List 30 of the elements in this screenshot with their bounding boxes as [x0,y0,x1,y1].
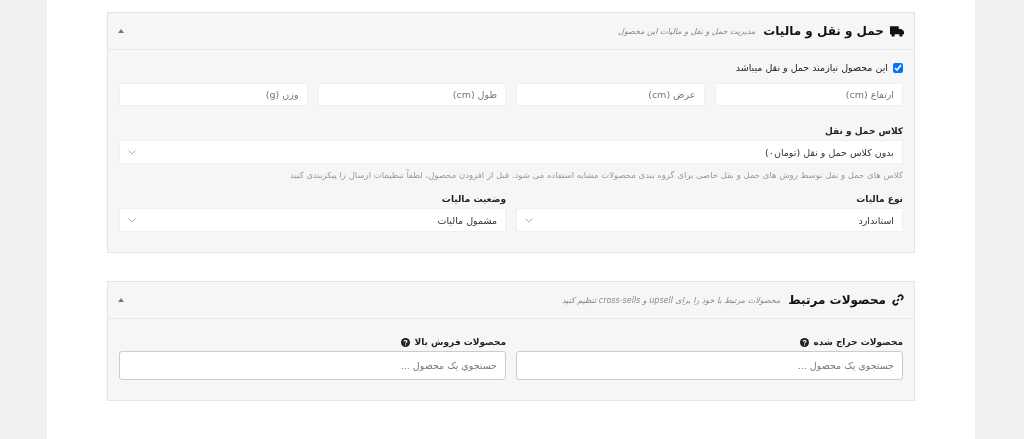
panel-title: حمل و نقل و مالیات [763,24,884,38]
chevron-down-icon [525,217,533,223]
link-icon [892,294,904,306]
checkbox-label: این محصول نیازمند حمل و نقل میباشد [735,62,888,73]
field-label: محصولات حراج شده [813,337,903,347]
collapse-caret-icon[interactable] [118,298,124,302]
tax-select[interactable]: مشمول مالیات [119,208,506,232]
product-search-field[interactable]: جستجوی یک محصول ... [119,351,506,380]
shipping-class-select[interactable]: بدون کلاس حمل و نقل (تومان۰) [119,140,903,164]
collapse-caret-icon[interactable] [118,29,124,33]
truck-icon [890,25,904,37]
panel-subtitle: مدیریت حمل و نقل و مالیات این محصول [618,26,756,36]
help-text: کلاس های حمل و نقل توسط روش های حمل و نقل خاصی برای گروه بندی محصولات مشابه استفاده می شود. قبل از افزودن محصول، لطفاً تنظیمات ارسال را پیکربندی کنید [289,170,903,180]
dimension-field[interactable]: ارتفاع (cm) [714,83,903,106]
chevron-down-icon [128,217,136,223]
field-label: کلاس حمل و نقل [825,126,903,136]
chevron-down-icon [128,149,136,155]
dimension-field[interactable]: عرض (cm) [516,83,705,106]
field-label: وضعیت مالیات [441,194,506,204]
dimension-field[interactable]: وزن (g) [119,83,308,106]
tax-select[interactable]: استاندارد [516,208,903,232]
panel-subtitle: محصولات مرتبط با خود را برای upsell و cross-sells تنظیم کنید [561,295,781,305]
field-label: نوع مالیات [856,194,903,204]
dimension-field[interactable]: طول (cm) [317,83,506,106]
help-icon[interactable] [800,337,810,347]
product-search-field[interactable]: جستجوی یک محصول ... [516,351,903,380]
help-icon[interactable] [401,337,411,347]
checkbox[interactable] [893,62,903,73]
panel-title: محصولات مرتبط [788,293,886,307]
field-label: محصولات فروش بالا [414,337,506,347]
